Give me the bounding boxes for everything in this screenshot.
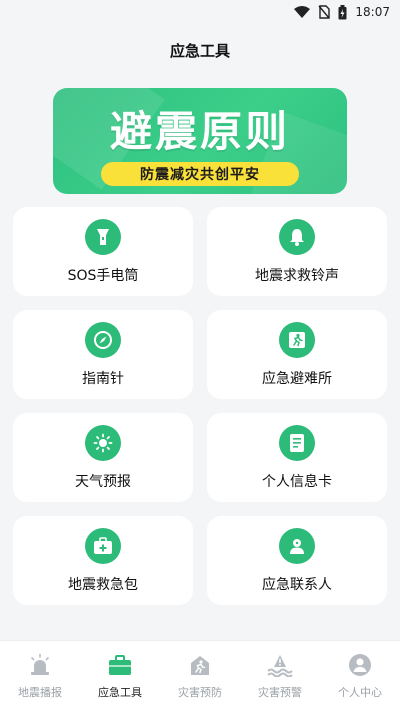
tools-grid: SOS手电筒 地震求救铃声 指南针 应急避难所 天气预报 个人信息卡 地震救急包… [13,207,387,605]
tool-card-emergency-contact[interactable]: 应急联系人 [207,516,387,605]
id-card-icon [279,424,315,461]
tool-label: 指南针 [82,370,124,387]
tool-card-shelter[interactable]: 应急避难所 [207,310,387,399]
tab-label: 灾害预防 [178,685,222,699]
tab-personal-center[interactable]: 个人中心 [322,652,398,700]
tab-label: 灾害预警 [258,685,302,699]
alarm-siren-icon [27,652,53,678]
tool-card-weather[interactable]: 天气预报 [13,413,193,502]
tab-label: 个人中心 [338,685,382,699]
battery-icon [338,4,347,20]
tool-label: 地震救急包 [68,576,138,593]
page-title: 应急工具 [169,41,230,60]
tool-card-quake-ringtone[interactable]: 地震求救铃声 [207,207,387,296]
tab-quake-broadcast[interactable]: 地震播报 [2,652,78,700]
toolbox-icon [107,652,133,678]
banner-title: 避震原则 [109,107,290,156]
first-aid-kit-icon [85,527,121,564]
tool-card-compass[interactable]: 指南针 [13,310,193,399]
tool-label: 应急避难所 [262,370,332,387]
tool-label: 应急联系人 [262,576,332,593]
sun-icon [85,424,121,461]
banner-subtitle: 防震减灾共创平安 [101,162,299,186]
banner[interactable]: 避震原则 防震减灾共创平安 [53,88,347,194]
tab-label: 地震播报 [18,685,62,699]
tool-label: 天气预报 [75,473,131,490]
status-time: 18:07 [355,5,390,19]
bell-icon [279,218,315,255]
user-icon [347,652,373,678]
wifi-icon [294,6,311,18]
no-sim-icon [318,5,331,19]
tab-emergency-tools[interactable]: 应急工具 [82,652,158,700]
tool-label: 个人信息卡 [262,473,332,490]
shield-run-icon [187,652,213,678]
compass-icon [85,321,121,358]
bottom-tab-bar: 地震播报 应急工具 灾害预防 灾害预警 个人中心 [0,640,400,710]
warning-wave-icon [267,652,293,678]
tool-label: SOS手电筒 [67,267,139,284]
tool-card-emergency-kit[interactable]: 地震救急包 [13,516,193,605]
tool-card-info-card[interactable]: 个人信息卡 [207,413,387,502]
tab-label: 应急工具 [98,685,142,699]
tool-label: 地震求救铃声 [255,267,339,284]
contact-person-icon [279,527,315,564]
status-bar: 18:07 [0,0,400,24]
tool-card-sos-flashlight[interactable]: SOS手电筒 [13,207,193,296]
tab-disaster-warning[interactable]: 灾害预警 [242,652,318,700]
tab-disaster-prevention[interactable]: 灾害预防 [162,652,238,700]
flashlight-icon [85,218,121,255]
running-exit-icon [279,321,315,358]
